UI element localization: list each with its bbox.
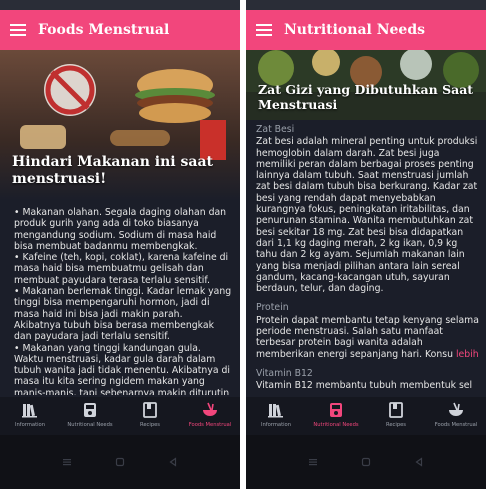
nav-label: Nutritional Needs [67, 422, 113, 428]
section-body-wrapper: Protein dapat membantu tetap kenyang sel… [256, 315, 480, 360]
nav-label: Recipes [385, 422, 407, 428]
nav-label: Foods Menstrual [434, 422, 478, 428]
bullet-item: • Kafeine (teh, kopi, coklat), karena ka… [14, 252, 229, 286]
scale-icon [330, 403, 342, 417]
hero-image: Zat Gizi yang Dibutuhkan Saat Menstruasi [246, 50, 486, 120]
nav-label: Foods Menstrual [188, 422, 232, 428]
bullet-item: • Makanan olahan. Segala daging olahan d… [14, 207, 227, 252]
app-bar: Foods Menstrual [0, 10, 240, 50]
nav-label: Information [14, 422, 46, 428]
menu-button-icon[interactable] [62, 457, 72, 467]
bullet-item: • Makanan yang tinggi kandungan gula. Wa… [14, 342, 230, 395]
app-bar-title: Nutritional Needs [284, 22, 425, 38]
app-bar: Nutritional Needs [246, 10, 486, 50]
nav-label: Nutritional Needs [313, 422, 359, 428]
nav-item-foods-menstrual[interactable]: Foods Menstrual [426, 397, 486, 435]
app-bar-title: Foods Menstrual [38, 22, 170, 38]
bottom-navigation: Information Nutritional Needs Recipes Fo… [246, 397, 486, 435]
nav-item-recipes[interactable]: Recipes [120, 397, 180, 435]
section-body: Zat besi adalah mineral penting untuk pr… [256, 136, 478, 295]
recipe-book-icon [143, 402, 157, 418]
status-bar [246, 0, 486, 10]
recipe-book-icon [389, 402, 403, 418]
bottom-navigation: Information Nutritional Needs Recipes Fo… [0, 397, 240, 435]
books-icon [22, 404, 37, 418]
article-content[interactable]: • Makanan olahan. Segala daging olahan d… [14, 207, 232, 395]
article-content[interactable]: Zat Besi Zat besi adalah mineral penting… [256, 124, 480, 396]
nav-label: Recipes [139, 422, 161, 428]
books-icon [268, 404, 283, 418]
food-bowl-icon [449, 402, 463, 416]
home-button-icon[interactable] [361, 457, 371, 467]
back-button-icon[interactable] [168, 457, 178, 467]
section-body: Protein dapat membantu tetap kenyang sel… [256, 314, 479, 360]
nav-item-information[interactable]: Information [0, 397, 60, 435]
read-more-link[interactable]: lebih [456, 349, 479, 360]
menu-button-icon[interactable] [308, 457, 318, 467]
home-button-icon[interactable] [115, 457, 125, 467]
nav-item-information[interactable]: Information [246, 397, 306, 435]
back-button-icon[interactable] [414, 457, 424, 467]
scale-icon [84, 403, 96, 417]
foods-menstrual-screen: Foods Menstrual Hindari Makanan ini saat… [0, 0, 240, 489]
status-bar [0, 0, 240, 10]
section-heading: Vitamin B12 [256, 367, 313, 379]
nav-item-foods-menstrual[interactable]: Foods Menstrual [180, 397, 240, 435]
system-navigation-bar [0, 435, 240, 489]
nav-item-recipes[interactable]: Recipes [366, 397, 426, 435]
section-body: Vitamin B12 membantu tubuh membentuk sel [256, 380, 473, 392]
hero-title: Hindari Makanan ini saat menstruasi! [12, 154, 213, 187]
nav-item-nutritional-needs[interactable]: Nutritional Needs [306, 397, 366, 435]
nutritional-needs-screen: Nutritional Needs Zat Gizi yang Dibutuhk… [246, 0, 486, 489]
section-heading: Protein [256, 302, 289, 314]
hero-title: Zat Gizi yang Dibutuhkan Saat Menstruasi [258, 82, 474, 112]
food-bowl-icon [203, 402, 217, 416]
bullet-item: • Makanan berlemak tinggi. Kadar lemak y… [14, 286, 232, 343]
system-navigation-bar [246, 435, 486, 489]
hamburger-menu-icon[interactable] [10, 23, 26, 37]
nav-label: Information [260, 422, 292, 428]
nav-item-nutritional-needs[interactable]: Nutritional Needs [60, 397, 120, 435]
hero-image: Hindari Makanan ini saat menstruasi! [0, 50, 240, 200]
section-heading: Zat Besi [256, 124, 295, 135]
hamburger-menu-icon[interactable] [256, 23, 272, 37]
